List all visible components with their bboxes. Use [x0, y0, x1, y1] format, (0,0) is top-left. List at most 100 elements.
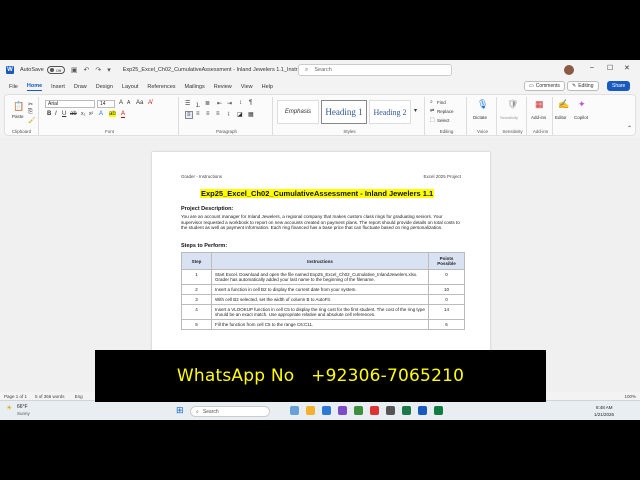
addins-label[interactable]: Add-ins: [531, 115, 546, 120]
font-name-box[interactable]: Arial: [45, 100, 95, 108]
decrease-indent-icon[interactable]: ⇤: [217, 100, 222, 107]
word-taskbar-icon[interactable]: [418, 406, 427, 415]
text-effects-icon[interactable]: A: [99, 111, 103, 117]
editing-mode-button[interactable]: ✎ Editing: [567, 81, 599, 91]
tab-draw[interactable]: Draw: [74, 84, 87, 91]
underline-icon[interactable]: U: [62, 111, 66, 117]
tab-review[interactable]: Review: [214, 84, 232, 91]
copilot-label[interactable]: Copilot: [574, 115, 588, 120]
strikethrough-icon[interactable]: ab: [70, 111, 77, 117]
task-view-icon[interactable]: [290, 406, 299, 415]
numbering-icon[interactable]: ⒈: [195, 100, 201, 109]
edge-icon[interactable]: [322, 406, 331, 415]
align-center-icon[interactable]: ≡: [196, 111, 200, 117]
start-icon[interactable]: ⊞: [176, 405, 184, 416]
font-color-icon[interactable]: A: [121, 111, 126, 118]
word-count[interactable]: 5 of 366 words: [35, 394, 65, 399]
select-icon[interactable]: ⬚: [430, 117, 435, 123]
tab-help[interactable]: Help: [262, 84, 273, 91]
cut-icon[interactable]: ✂: [28, 101, 33, 108]
weather-icon[interactable]: ☀: [6, 404, 12, 412]
italic-icon[interactable]: I: [55, 111, 57, 117]
dictate-icon[interactable]: 🎙: [477, 99, 488, 110]
paste-icon[interactable]: 📋: [13, 101, 24, 112]
collapse-ribbon-icon[interactable]: ⌃: [627, 125, 632, 132]
style-emphasis[interactable]: Emphasis: [277, 100, 319, 124]
customize-qat-icon[interactable]: ▾: [107, 66, 111, 74]
style-heading-2[interactable]: Heading 2: [369, 100, 411, 124]
autosave-label: AutoSave: [20, 67, 44, 73]
tab-design[interactable]: Design: [96, 84, 113, 91]
bold-icon[interactable]: B: [47, 111, 51, 117]
page-count[interactable]: Page 1 of 1: [4, 394, 27, 399]
redo-icon[interactable]: ↷: [95, 66, 101, 74]
sensitivity-icon[interactable]: 🛡: [507, 99, 518, 110]
maximize-icon[interactable]: ☐: [607, 64, 613, 72]
minimize-icon[interactable]: –: [590, 64, 594, 71]
user-avatar[interactable]: [564, 65, 574, 75]
find-label[interactable]: Find: [437, 100, 446, 105]
autosave-toggle[interactable]: Off: [46, 66, 65, 74]
tab-view[interactable]: View: [241, 84, 253, 91]
align-left-icon[interactable]: ≡: [185, 111, 193, 119]
app-icon-4[interactable]: [402, 406, 411, 415]
styles-more-icon[interactable]: ▾: [414, 107, 417, 114]
tab-insert[interactable]: Insert: [51, 84, 65, 91]
align-right-icon[interactable]: ≡: [206, 111, 210, 117]
app-icon-3[interactable]: [386, 406, 395, 415]
file-explorer-icon[interactable]: [306, 406, 315, 415]
store-icon[interactable]: [338, 406, 347, 415]
clock-date[interactable]: 1/21/2026: [594, 412, 614, 417]
tab-file[interactable]: File: [9, 84, 18, 91]
header-left: Grader - Instructions: [181, 174, 223, 179]
comments-button[interactable]: ▭ Comments: [524, 81, 565, 91]
select-label[interactable]: Select: [437, 118, 450, 123]
share-button[interactable]: Share: [607, 81, 631, 91]
change-case-icon[interactable]: Aa: [136, 100, 143, 106]
highlight-icon[interactable]: ab: [109, 111, 116, 117]
font-group: Arial 14 A A Aa A̸ B I U ab x₂ x² A ab A…: [41, 97, 179, 135]
editor-label[interactable]: Editor: [555, 115, 567, 120]
subscript-icon[interactable]: x₂: [81, 111, 85, 117]
find-icon[interactable]: ⌕: [430, 99, 433, 105]
sort-icon[interactable]: ↕: [239, 100, 242, 106]
shading-icon[interactable]: ◪: [237, 111, 243, 118]
copy-icon[interactable]: ⎘: [28, 109, 33, 116]
search-box[interactable]: ⌕ Search: [298, 64, 452, 76]
shrink-font-icon[interactable]: A: [127, 100, 130, 106]
tab-references[interactable]: References: [147, 84, 175, 91]
dictate-label[interactable]: Dictate: [473, 115, 487, 120]
justify-icon[interactable]: ≡: [216, 111, 220, 117]
sensitivity-label[interactable]: Sensitivity: [500, 115, 518, 120]
excel-taskbar-icon[interactable]: [434, 406, 443, 415]
addins-icon[interactable]: ▦: [535, 99, 544, 110]
clock-time[interactable]: 8:48 AM: [596, 405, 613, 410]
style-heading-1[interactable]: Heading 1: [321, 100, 367, 124]
grow-font-icon[interactable]: A: [119, 100, 123, 106]
app-icon-2[interactable]: [370, 406, 379, 415]
replace-icon[interactable]: ⇄: [430, 108, 434, 114]
superscript-icon[interactable]: x²: [89, 111, 93, 117]
undo-icon[interactable]: ↶: [83, 66, 89, 74]
clear-formatting-icon[interactable]: A̸: [148, 100, 152, 106]
tab-home[interactable]: Home: [26, 83, 43, 91]
bullets-icon[interactable]: ☰: [185, 100, 190, 107]
line-spacing-icon[interactable]: ↨: [227, 111, 230, 117]
font-size-box[interactable]: 14: [97, 100, 115, 108]
show-formatting-icon[interactable]: ¶: [249, 100, 252, 106]
borders-icon[interactable]: ▦: [248, 111, 254, 118]
increase-indent-icon[interactable]: ⇥: [227, 100, 232, 107]
language-indicator[interactable]: Eng: [75, 394, 83, 399]
tab-layout[interactable]: Layout: [122, 84, 139, 91]
copilot-icon[interactable]: ✦: [578, 99, 586, 110]
app-icon[interactable]: [354, 406, 363, 415]
tab-mailings[interactable]: Mailings: [185, 84, 205, 91]
multilevel-list-icon[interactable]: ≣: [205, 100, 210, 107]
format-painter-icon[interactable]: 🖌: [28, 117, 36, 124]
editor-icon[interactable]: ✍: [558, 99, 569, 110]
replace-label[interactable]: Replace: [437, 109, 454, 114]
taskbar-search[interactable]: ⌕ Search: [190, 406, 270, 417]
close-icon[interactable]: ✕: [624, 64, 630, 72]
save-icon[interactable]: ▣: [71, 66, 78, 74]
zoom-level[interactable]: 100%: [624, 394, 636, 399]
